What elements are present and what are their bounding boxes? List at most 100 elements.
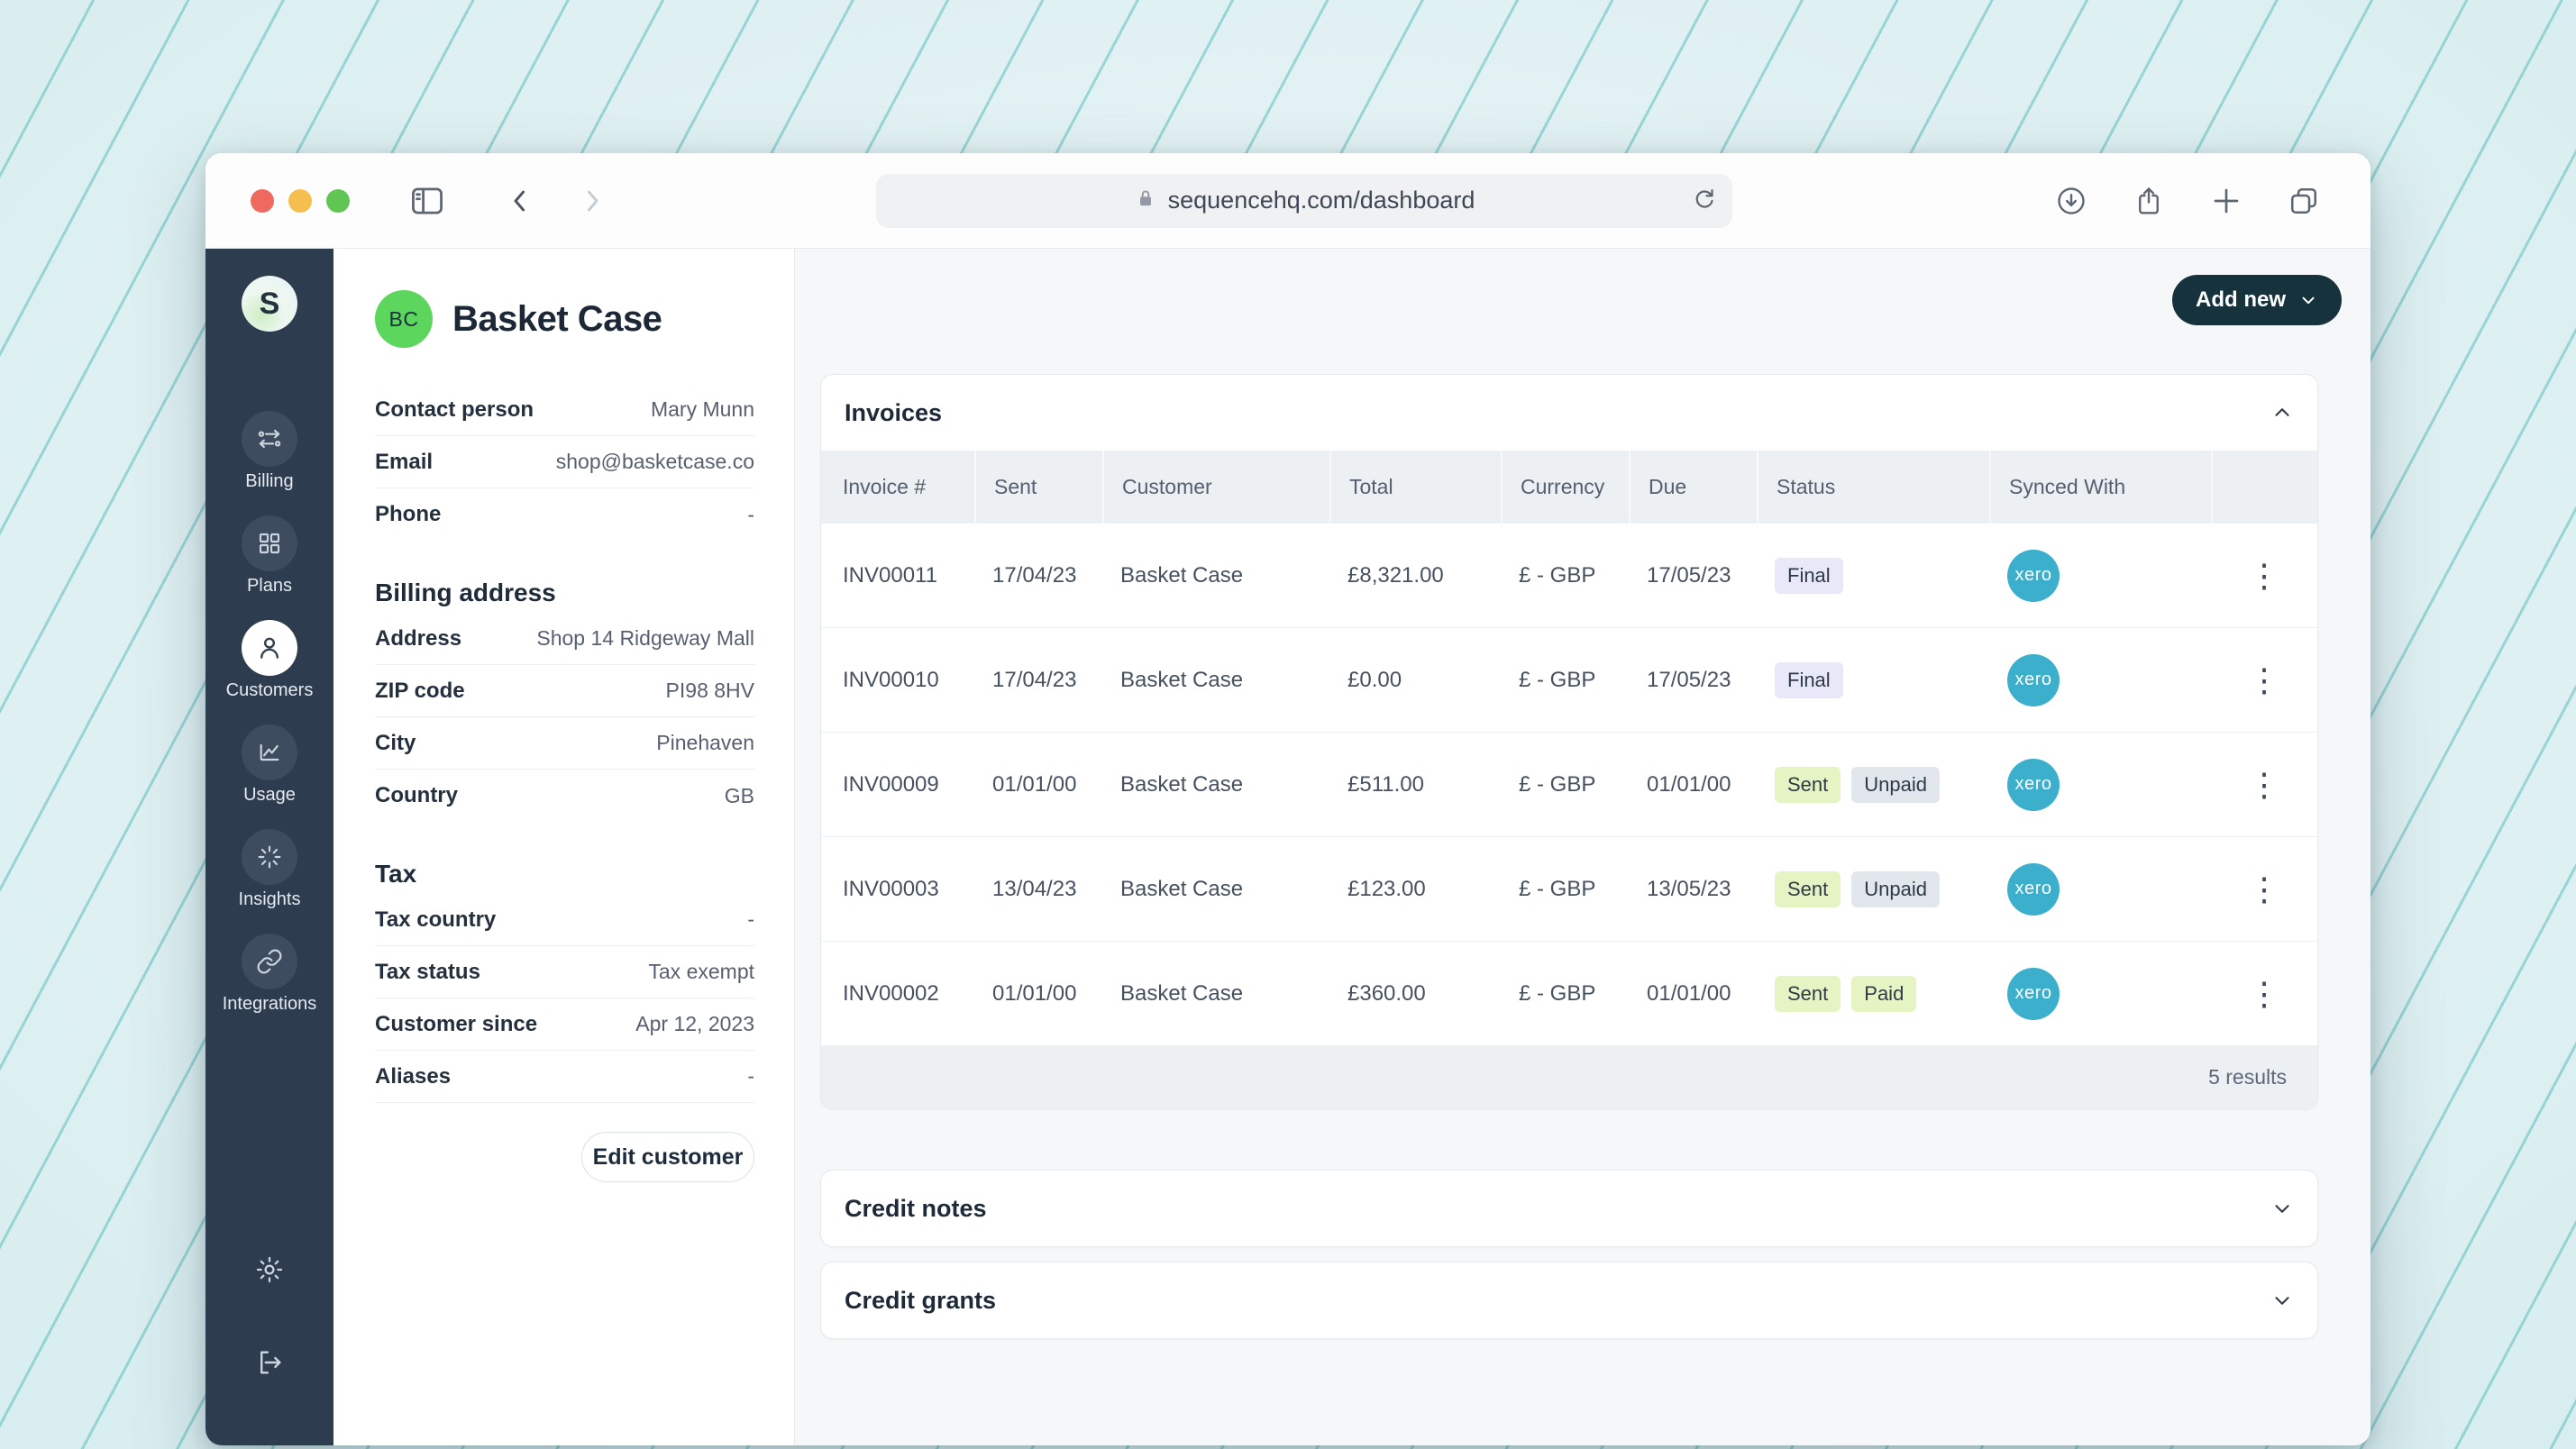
sidebar-item-usage[interactable]: Usage (242, 724, 297, 806)
sidebar-item-plans[interactable]: Plans (242, 515, 297, 597)
status-cell: Final (1757, 524, 1989, 627)
country-row: Country GB (375, 770, 754, 822)
field-value: - (747, 907, 754, 932)
sent-date: 17/04/23 (974, 628, 1102, 732)
sidebar-toggle-icon[interactable] (409, 185, 445, 217)
column-header-actions (2211, 451, 2317, 523)
customer-since-row: Customer since Apr 12, 2023 (375, 998, 754, 1051)
customer-header: BC Basket Case (375, 290, 754, 348)
status-badge: Final (1775, 558, 1843, 594)
sent-date: 01/01/00 (974, 733, 1102, 836)
tab-overview-icon[interactable] (2288, 185, 2320, 217)
credit-grants-card[interactable]: Credit grants (820, 1262, 2318, 1339)
table-row[interactable]: INV00002 01/01/00 Basket Case £360.00 £ … (821, 941, 2317, 1045)
field-label: Country (375, 783, 458, 808)
sidebar-item-insights[interactable]: Insights (239, 829, 301, 910)
status-cell: SentUnpaid (1757, 837, 1989, 941)
field-label: Phone (375, 502, 441, 527)
customer-avatar: BC (375, 290, 433, 348)
email-row: Email shop@basketcase.co (375, 436, 754, 488)
zip-row: ZIP code PI98 8HV (375, 665, 754, 717)
tax-heading: Tax (375, 860, 754, 889)
credit-notes-card[interactable]: Credit notes (820, 1170, 2318, 1247)
field-label: Aliases (375, 1064, 451, 1089)
customer-cell: Basket Case (1102, 837, 1329, 941)
field-label: Customer since (375, 1012, 537, 1037)
field-value: - (747, 503, 754, 527)
lock-icon (1134, 187, 1157, 214)
total-cell: £0.00 (1329, 628, 1501, 732)
billing-icon (242, 411, 297, 467)
logout-icon[interactable] (254, 1347, 285, 1382)
invoices-title: Invoices (845, 399, 942, 427)
kebab-menu-icon[interactable]: ⋮ (2248, 873, 2280, 906)
sidebar-item-label: Insights (239, 889, 301, 910)
total-cell: £8,321.00 (1329, 524, 1501, 627)
settings-gear-icon[interactable] (254, 1254, 285, 1290)
field-label: ZIP code (375, 679, 465, 704)
table-row[interactable]: INV00003 13/04/23 Basket Case £123.00 £ … (821, 836, 2317, 941)
minimize-window-button[interactable] (288, 189, 312, 213)
due-date: 17/05/23 (1629, 524, 1757, 627)
field-label: City (375, 731, 416, 756)
synced-cell: xero (1989, 942, 2211, 1045)
synced-cell: xero (1989, 524, 2211, 627)
xero-icon: xero (2007, 863, 2060, 916)
invoices-header[interactable]: Invoices (821, 375, 2317, 451)
kebab-menu-icon[interactable]: ⋮ (2248, 664, 2280, 697)
downloads-icon[interactable] (2055, 185, 2087, 217)
sidebar-item-label: Usage (243, 785, 296, 806)
sidebar-item-integrations[interactable]: Integrations (223, 934, 317, 1015)
usage-icon (242, 724, 297, 780)
currency-cell: £ - GBP (1501, 733, 1629, 836)
status-badge: Sent (1775, 767, 1841, 803)
address-bar[interactable]: sequencehq.com/dashboard (876, 174, 1732, 228)
results-footer: 5 results (821, 1045, 2317, 1108)
field-label: Tax country (375, 907, 496, 933)
forward-button-icon[interactable] (577, 186, 607, 216)
chevron-up-icon[interactable] (2270, 401, 2294, 424)
sidebar-item-label: Billing (245, 471, 293, 492)
edit-customer-button[interactable]: Edit customer (581, 1132, 754, 1182)
credit-grants-title: Credit grants (845, 1287, 996, 1315)
field-value: Apr 12, 2023 (635, 1012, 754, 1036)
column-header: Status (1757, 451, 1989, 523)
sidebar-item-billing[interactable]: Billing (242, 411, 297, 492)
customer-cell: Basket Case (1102, 733, 1329, 836)
close-window-button[interactable] (251, 189, 274, 213)
column-header: Customer (1102, 451, 1329, 523)
sent-date: 01/01/00 (974, 942, 1102, 1045)
kebab-menu-icon[interactable]: ⋮ (2248, 560, 2280, 592)
status-cell: SentUnpaid (1757, 733, 1989, 836)
back-button-icon[interactable] (505, 186, 535, 216)
table-row[interactable]: INV00010 17/04/23 Basket Case £0.00 £ - … (821, 627, 2317, 732)
due-date: 01/01/00 (1629, 942, 1757, 1045)
tax-country-row: Tax country - (375, 894, 754, 946)
chevron-down-icon[interactable] (2270, 1289, 2294, 1312)
synced-cell: xero (1989, 733, 2211, 836)
workspace-avatar[interactable]: S (242, 276, 297, 332)
column-header: Due (1629, 451, 1757, 523)
sidebar-item-label: Customers (226, 680, 314, 701)
field-value: shop@basketcase.co (556, 450, 754, 474)
actions-cell: ⋮ (2211, 628, 2317, 732)
table-row[interactable]: INV00009 01/01/00 Basket Case £511.00 £ … (821, 732, 2317, 836)
field-label: Tax status (375, 960, 480, 985)
status-badge: Sent (1775, 976, 1841, 1012)
add-new-button[interactable]: Add new (2172, 275, 2342, 325)
toolbar-right-icons (2055, 185, 2320, 217)
refresh-icon[interactable] (1691, 185, 1718, 216)
column-header: Currency (1501, 451, 1629, 523)
sidebar-item-customers[interactable]: Customers (226, 620, 314, 701)
credit-notes-title: Credit notes (845, 1195, 987, 1223)
share-icon[interactable] (2133, 185, 2165, 217)
kebab-menu-icon[interactable]: ⋮ (2248, 769, 2280, 801)
zoom-window-button[interactable] (326, 189, 350, 213)
chevron-down-icon[interactable] (2270, 1197, 2294, 1220)
new-tab-icon[interactable] (2210, 185, 2243, 217)
url-text: sequencehq.com/dashboard (1168, 187, 1475, 214)
field-label: Contact person (375, 397, 534, 423)
table-row[interactable]: INV00011 17/04/23 Basket Case £8,321.00 … (821, 523, 2317, 627)
kebab-menu-icon[interactable]: ⋮ (2248, 978, 2280, 1010)
column-header: Total (1329, 451, 1501, 523)
